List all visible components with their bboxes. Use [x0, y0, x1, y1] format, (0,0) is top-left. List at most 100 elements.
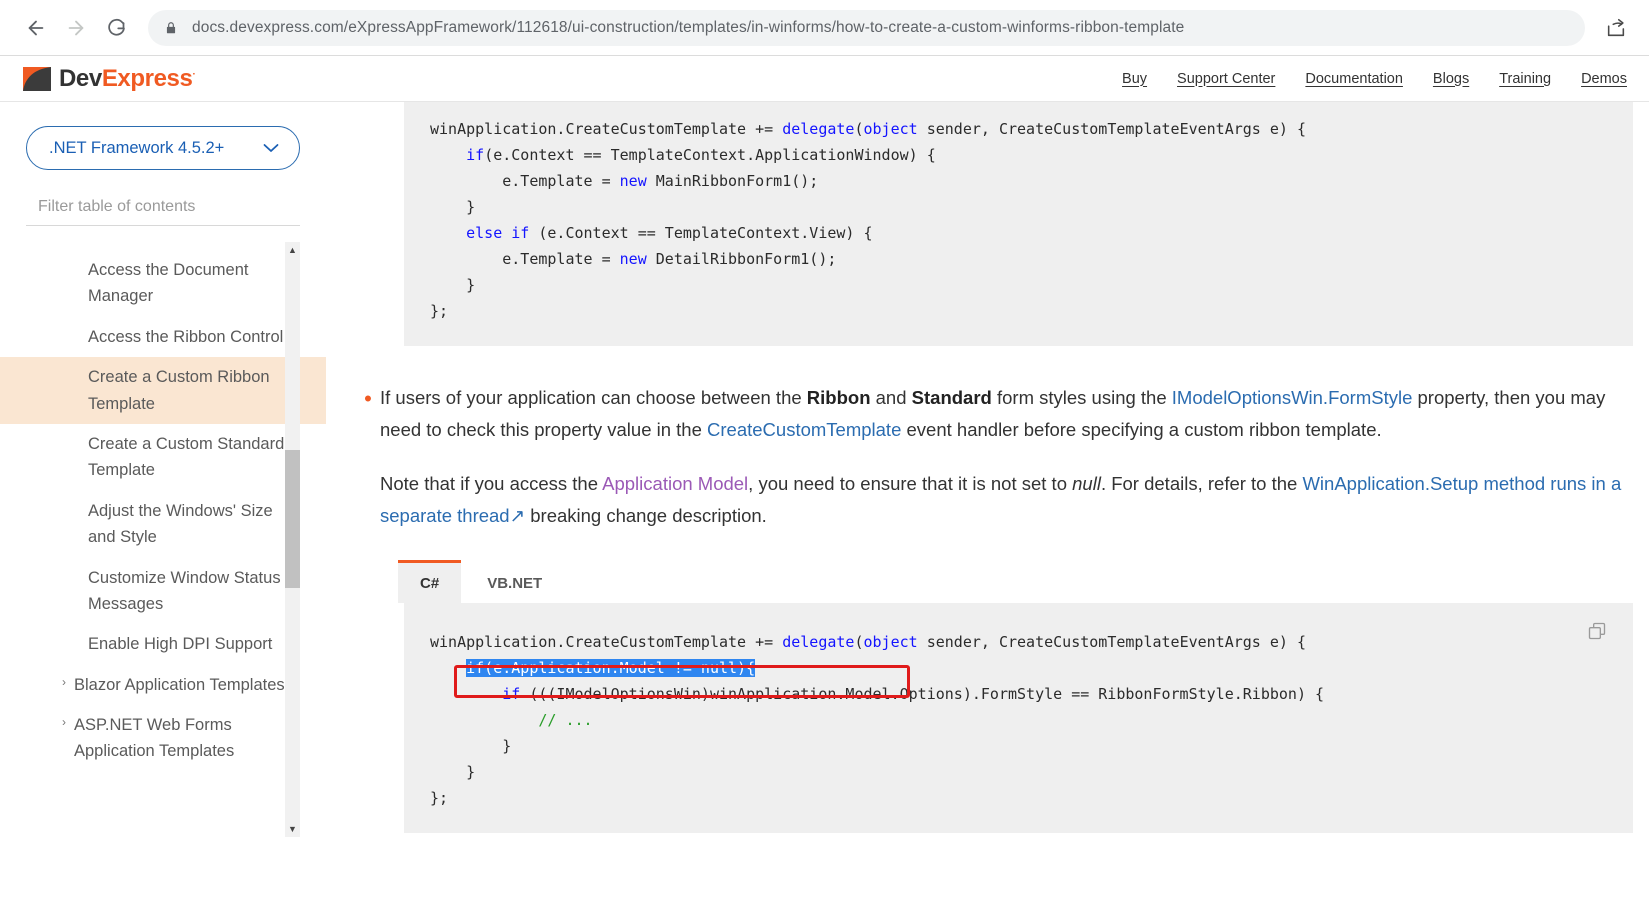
scrollbar-thumb[interactable]	[285, 450, 300, 588]
bullet-section: • If users of your application can choos…	[326, 346, 1649, 532]
bullet-dot-icon: •	[364, 386, 372, 411]
forward-button[interactable]	[56, 8, 96, 48]
code-content-second[interactable]: winApplication.CreateCustomTemplate += d…	[404, 629, 1633, 811]
code-text: MainRibbonForm1();	[646, 172, 819, 190]
text-fragment: . For details, refer to the	[1100, 473, 1303, 494]
logo-wordmark: DevExpress·	[59, 64, 196, 93]
code-keyword-object: object	[863, 633, 918, 651]
code-text: sender, CreateCustomTemplateEventArgs e)…	[917, 633, 1306, 651]
top-navigation: Buy Support Center Documentation Blogs T…	[1122, 71, 1627, 87]
sidebar-scrollbar[interactable]: ▲ ▼	[285, 242, 300, 837]
reload-button[interactable]	[96, 8, 136, 48]
chevron-down-icon	[263, 141, 279, 156]
code-text: (((IModelOptionsWin)winApplication.Model…	[520, 685, 1325, 703]
site-header: DevExpress· Buy Support Center Documenta…	[0, 56, 1649, 102]
nav-link-blogs[interactable]: Blogs	[1433, 71, 1469, 87]
nav-link-documentation[interactable]: Documentation	[1305, 71, 1403, 87]
link-application-model[interactable]: Application Model	[602, 473, 748, 494]
external-link-icon[interactable]: ↗	[510, 505, 526, 526]
logo-dev-text: Dev	[59, 64, 102, 92]
code-text: }	[466, 763, 476, 781]
toc-item-label: ASP.NET Web Forms Application Templates	[74, 716, 235, 761]
sidebar-item-create-a-custom-standard-template[interactable]: Create a Custom Standard Template	[0, 424, 326, 491]
tab-vbnet[interactable]: VB.NET	[465, 563, 564, 603]
toc-item-label: Create a Custom Standard Template	[88, 434, 285, 480]
address-bar[interactable]: docs.devexpress.com/eXpressAppFramework/…	[148, 9, 1585, 46]
sidebar-item-access-the-document-manager[interactable]: Access the Document Manager	[0, 250, 326, 317]
code-text: sender, CreateCustomTemplateEventArgs e)…	[917, 120, 1306, 138]
toc-item-label: Blazor Application Templates	[74, 675, 285, 694]
code-text: DetailRibbonForm1();	[646, 250, 837, 268]
sidebar-item-customize-window-status-messages[interactable]: Customize Window Status Messages	[0, 558, 326, 625]
sidebar: .NET Framework 4.5.2+ Access the Documen…	[0, 102, 326, 917]
toc-item-label: Access the Ribbon Control	[88, 327, 284, 346]
toc-filter[interactable]	[26, 198, 300, 226]
code-keyword-if: if	[502, 685, 521, 703]
url-text: docs.devexpress.com/eXpressAppFramework/…	[192, 18, 1185, 36]
toc-item-label: Enable High DPI Support	[88, 635, 273, 654]
text-fragment: breaking change description.	[525, 505, 767, 526]
code-keyword-new2: new	[619, 250, 647, 268]
code-keyword-new: new	[619, 172, 647, 190]
toc-filter-input[interactable]	[38, 198, 300, 216]
code-keyword-delegate: delegate	[782, 120, 855, 138]
sidebar-item-aspnet-web-forms-application-templates[interactable]: › ASP.NET Web Forms Application Templates	[0, 705, 326, 772]
code-text: }	[466, 198, 476, 216]
sidebar-item-create-a-custom-ribbon-template[interactable]: Create a Custom Ribbon Template	[0, 357, 326, 424]
code-keyword-if: if	[466, 146, 485, 164]
tab-label: C#	[420, 575, 440, 592]
code-block-second: winApplication.CreateCustomTemplate += d…	[404, 603, 1633, 833]
nav-link-buy[interactable]: Buy	[1122, 71, 1147, 87]
code-text: };	[430, 789, 449, 807]
sidebar-item-blazor-application-templates[interactable]: › Blazor Application Templates	[0, 665, 326, 705]
framework-version-value: .NET Framework 4.5.2+	[49, 138, 225, 157]
bullet-paragraph: If users of your application can choose …	[380, 382, 1629, 446]
code-text: };	[430, 302, 449, 320]
sidebar-item-enable-high-dpi-support[interactable]: Enable High DPI Support	[0, 624, 326, 664]
chevron-right-icon[interactable]: ›	[62, 673, 66, 692]
code-text: e.Template =	[502, 250, 620, 268]
code-keyword-object: object	[863, 120, 918, 138]
code-line: winApplication.CreateCustomTemplate +=	[430, 120, 783, 138]
code-text: }	[466, 276, 476, 294]
back-button[interactable]	[16, 8, 56, 48]
logo-mark-icon	[23, 66, 51, 91]
code-text: e.Template =	[502, 172, 620, 190]
devexpress-logo[interactable]: DevExpress·	[22, 64, 196, 93]
code-text: (e.Context == TemplateContext.Applicatio…	[484, 146, 936, 164]
sidebar-item-access-the-ribbon-control[interactable]: Access the Ribbon Control	[0, 317, 326, 357]
link-createcustomtemplate[interactable]: CreateCustomTemplate	[707, 419, 901, 440]
nav-link-demos[interactable]: Demos	[1581, 71, 1627, 87]
toc-item-label: Create a Custom Ribbon Template	[88, 368, 270, 413]
text-fragment: Note that if you access the	[380, 473, 603, 494]
selected-code-line[interactable]: if(e.Application.Model != null){	[466, 659, 756, 677]
link-imodeloptionswin-formstyle[interactable]: IModelOptionsWin.FormStyle	[1172, 387, 1413, 408]
language-tabs: C# VB.NET	[398, 560, 1649, 603]
code-keyword-delegate: delegate	[782, 633, 855, 651]
scrollbar-up-arrow-icon[interactable]: ▲	[285, 242, 300, 258]
toc-scroll-area: Access the Document Manager Access the R…	[0, 242, 326, 837]
text-fragment: If users of your application can choose …	[380, 387, 807, 408]
chevron-right-icon[interactable]: ›	[62, 713, 66, 732]
copy-icon[interactable]	[1587, 621, 1607, 646]
code-comment: // ...	[538, 711, 593, 729]
nav-link-training[interactable]: Training	[1499, 71, 1551, 87]
code-keyword-if2: if	[511, 224, 530, 242]
framework-version-select[interactable]: .NET Framework 4.5.2+	[26, 126, 300, 170]
tab-csharp[interactable]: C#	[398, 560, 462, 603]
text-fragment: form styles using the	[991, 387, 1172, 408]
main-content: winApplication.CreateCustomTemplate += d…	[326, 102, 1649, 917]
bullet-item: • If users of your application can choos…	[356, 382, 1629, 532]
toc-item-label: Access the Document Manager	[88, 261, 249, 306]
code-content-first[interactable]: winApplication.CreateCustomTemplate += d…	[404, 116, 1633, 324]
logo-registered-mark: ·	[192, 68, 196, 80]
text-fragment: event handler before specifying a custom…	[901, 419, 1382, 440]
sidebar-item-adjust-the-windows-size-and-style[interactable]: Adjust the Windows' Size and Style	[0, 491, 326, 558]
share-icon[interactable]	[1599, 11, 1633, 45]
italic-null: null	[1072, 473, 1101, 494]
browser-toolbar: docs.devexpress.com/eXpressAppFramework/…	[0, 0, 1649, 56]
code-text: (e.Context == TemplateContext.View) {	[529, 224, 873, 242]
nav-link-support-center[interactable]: Support Center	[1177, 71, 1275, 87]
scrollbar-down-arrow-icon[interactable]: ▼	[285, 821, 300, 837]
logo-express-text: Express	[101, 64, 193, 92]
